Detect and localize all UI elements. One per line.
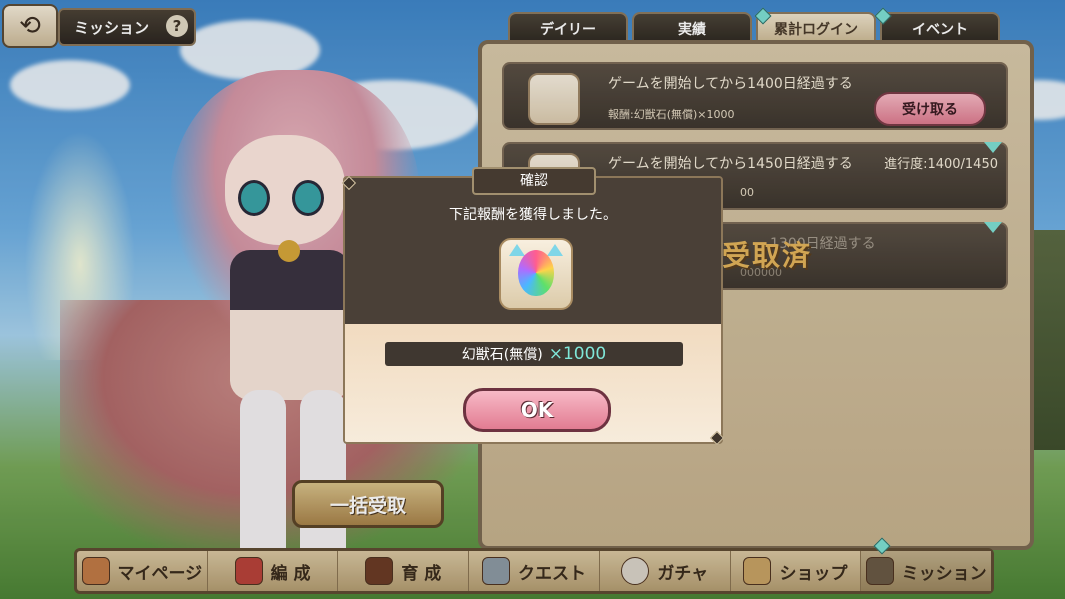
reward-item-frame (499, 238, 573, 310)
ear-icon (547, 244, 563, 256)
rainbow-gem-icon (518, 250, 554, 296)
dialog-message: 下記報酬を獲得しました。 (449, 207, 617, 223)
reward-name: 幻獣石(無償) (461, 347, 543, 363)
reward-summary: 幻獣石(無償) ×1000 (385, 342, 683, 366)
dialog-title: 確認 (472, 167, 596, 195)
reward-quantity: ×1000 (548, 344, 607, 364)
ear-icon (509, 244, 525, 256)
reward-dialog: 下記報酬を獲得しました。 幻獣石(無償) ×1000 OK (343, 176, 723, 444)
ok-button[interactable]: OK (463, 388, 611, 432)
